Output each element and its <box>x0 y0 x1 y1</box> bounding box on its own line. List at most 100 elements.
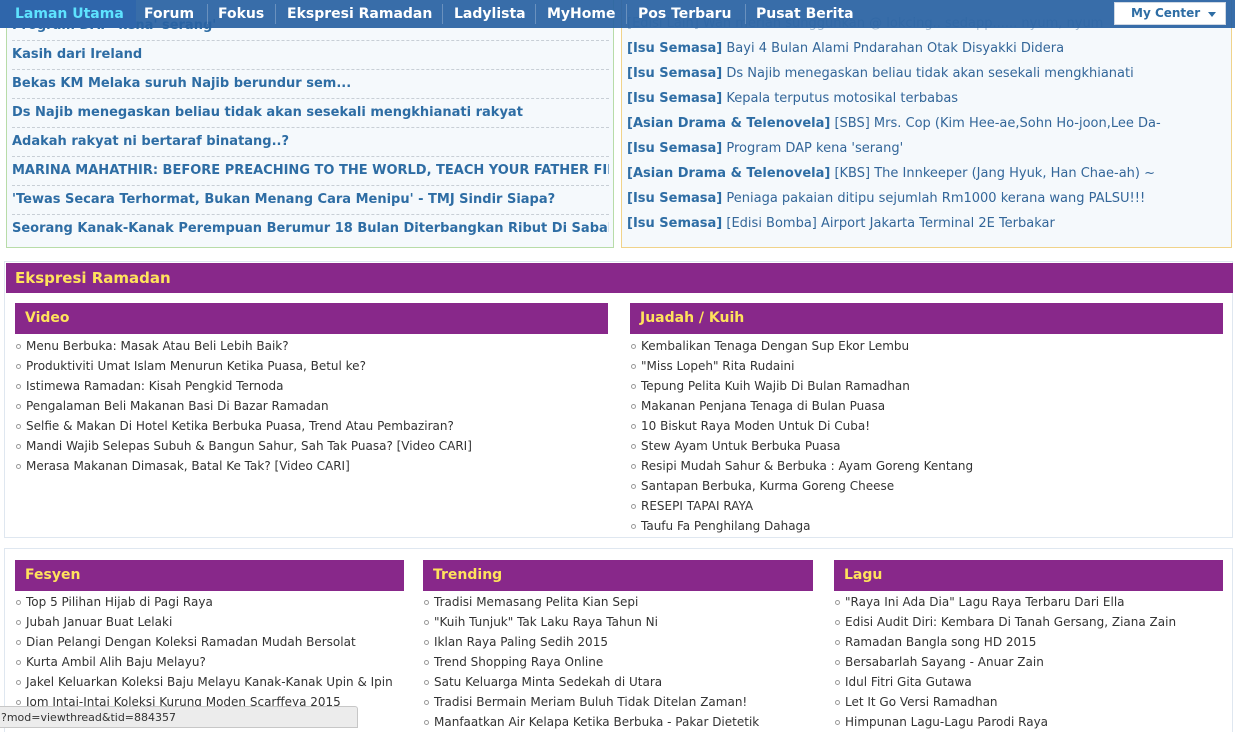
list-item[interactable]: Mandi Wajib Selepas Subuh & Bangun Sahur… <box>15 436 608 456</box>
topic-category[interactable]: [Isu Semasa] <box>627 41 722 56</box>
list-item[interactable]: Menu Berbuka: Masak Atau Beli Lebih Baik… <box>15 336 608 356</box>
list-item[interactable]: Istimewa Ramadan: Kisah Pengkid Ternoda <box>15 376 608 396</box>
list-item[interactable]: 10 Biskut Raya Moden Untuk Di Cuba! <box>630 416 1223 436</box>
list-item[interactable]: Santapan Berbuka, Kurma Goreng Cheese <box>630 476 1223 496</box>
list-item[interactable]: Kembalikan Tenaga Dengan Sup Ekor Lembu <box>630 336 1223 356</box>
thread-link[interactable]: 'Tewas Secara Terhormat, Bukan Menang Ca… <box>12 187 609 215</box>
juadah-heading[interactable]: Juadah / Kuih <box>630 303 1223 334</box>
topic-title[interactable]: [SBS] Mrs. Cop (Kim Hee-ae,Sohn Ho-joon,… <box>834 116 1160 131</box>
topic-category[interactable]: [Isu Semasa] <box>627 66 722 81</box>
ramadan-section: Ekspresi Ramadan Video Menu Berbuka: Mas… <box>4 261 1233 538</box>
topic-link[interactable]: [Asian Drama & Telenovela] [SBS] Mrs. Co… <box>627 111 1227 136</box>
list-item[interactable]: Trend Shopping Raya Online <box>423 652 813 672</box>
chevron-down-icon <box>1208 12 1216 17</box>
thread-link[interactable]: Seorang Kanak-Kanak Perempuan Berumur 18… <box>12 216 609 244</box>
list-item[interactable]: "Kuih Tunjuk" Tak Laku Raya Tahun Ni <box>423 612 813 632</box>
list-item[interactable]: Satu Keluarga Minta Sedekah di Utara <box>423 672 813 692</box>
list-item[interactable]: Pengalaman Beli Makanan Basi Di Bazar Ra… <box>15 396 608 416</box>
nav-forum[interactable]: Forum <box>144 0 194 28</box>
topic-category[interactable]: [Isu Semasa] <box>627 216 722 231</box>
thread-link[interactable]: Bekas KM Melaka suruh Najib berundur sem… <box>12 71 609 99</box>
hot-topics-panel: [Edisi Lain] Wah meriah sungguhkan @ lok… <box>621 0 1232 248</box>
topic-category[interactable]: [Isu Semasa] <box>627 91 722 106</box>
list-item[interactable]: Idul Fitri Gita Gutawa <box>834 672 1223 692</box>
thread-link[interactable]: Adakah rakyat ni bertaraf binatang..? <box>12 129 609 157</box>
list-item[interactable]: Produktiviti Umat Islam Menurun Ketika P… <box>15 356 608 376</box>
nav-divider <box>207 4 208 24</box>
topic-link[interactable]: [Isu Semasa] Ds Najib menegaskan beliau … <box>627 61 1227 86</box>
nav-ekspresi-ramadan[interactable]: Ekspresi Ramadan <box>287 0 432 28</box>
list-item[interactable]: Resipi Mudah Sahur & Berbuka : Ayam Gore… <box>630 456 1223 476</box>
nav-divider <box>535 4 536 24</box>
fesyen-list: Top 5 Pilihan Hijab di Pagi Raya Jubah J… <box>15 592 404 712</box>
topic-link[interactable]: [Asian Drama & Telenovela] [KBS] The Inn… <box>627 161 1227 186</box>
topic-title[interactable]: [KBS] The Innkeeper (Jang Hyuk, Han Chae… <box>834 166 1155 181</box>
list-item[interactable]: Selfie & Makan Di Hotel Ketika Berbuka P… <box>15 416 608 436</box>
nav-ladylista[interactable]: Ladylista <box>454 0 526 28</box>
main-nav: Laman Utama Forum Fokus Ekspresi Ramadan… <box>0 0 1235 28</box>
topic-link[interactable]: [Isu Semasa] Bayi 4 Bulan Alami Pndaraha… <box>627 36 1227 61</box>
list-item[interactable]: Dian Pelangi Dengan Koleksi Ramadan Muda… <box>15 632 404 652</box>
topic-title[interactable]: Peniaga pakaian ditipu sejumlah Rm1000 k… <box>726 191 1145 206</box>
topic-title[interactable]: Bayi 4 Bulan Alami Pndarahan Otak Disyak… <box>726 41 1064 56</box>
list-item[interactable]: Let It Go Versi Ramadhan <box>834 692 1223 712</box>
list-item[interactable]: Tradisi Bermain Meriam Buluh Tidak Ditel… <box>423 692 813 712</box>
nav-fokus[interactable]: Fokus <box>218 0 264 28</box>
list-item[interactable]: Merasa Makanan Dimasak, Batal Ke Tak? [V… <box>15 456 608 476</box>
topic-title[interactable]: Ds Najib menegaskan beliau tidak akan se… <box>726 66 1133 81</box>
trending-heading[interactable]: Trending <box>423 560 813 591</box>
juadah-list: Kembalikan Tenaga Dengan Sup Ekor Lembu … <box>630 336 1223 536</box>
list-item[interactable]: Tradisi Memasang Pelita Kian Sepi <box>423 592 813 612</box>
list-item[interactable]: Manfaatkan Air Kelapa Ketika Berbuka - P… <box>423 712 813 732</box>
nav-laman-utama[interactable]: Laman Utama <box>0 0 136 28</box>
topic-category[interactable]: [Asian Drama & Telenovela] <box>627 166 830 181</box>
list-item[interactable]: Himpunan Lagu-Lagu Parodi Raya <box>834 712 1223 732</box>
topic-title[interactable]: Kepala terputus motosikal terbabas <box>726 91 958 106</box>
trending-list: Tradisi Memasang Pelita Kian Sepi "Kuih … <box>423 592 813 732</box>
topic-category[interactable]: [Isu Semasa] <box>627 191 722 206</box>
list-item[interactable]: "Miss Lopeh" Rita Rudaini <box>630 356 1223 376</box>
nav-divider <box>626 4 627 24</box>
list-item[interactable]: Top 5 Pilihan Hijab di Pagi Raya <box>15 592 404 612</box>
nav-myhome[interactable]: MyHome <box>547 0 615 28</box>
topic-link[interactable]: [Isu Semasa] Peniaga pakaian ditipu seju… <box>627 186 1227 211</box>
section-title: Ekspresi Ramadan <box>6 263 1233 293</box>
list-item[interactable]: Kurta Ambil Alih Baju Melayu? <box>15 652 404 672</box>
nav-pos-terbaru[interactable]: Pos Terbaru <box>638 0 732 28</box>
list-item[interactable]: Iklan Raya Paling Sedih 2015 <box>423 632 813 652</box>
fesyen-heading[interactable]: Fesyen <box>15 560 404 591</box>
list-item[interactable]: Edisi Audit Diri: Kembara Di Tanah Gersa… <box>834 612 1223 632</box>
list-item[interactable]: Taufu Fa Penghilang Dahaga <box>630 516 1223 536</box>
my-center-dropdown[interactable]: My Center <box>1114 2 1226 25</box>
list-item[interactable]: Bersabarlah Sayang - Anuar Zain <box>834 652 1223 672</box>
video-list: Menu Berbuka: Masak Atau Beli Lebih Baik… <box>15 336 608 476</box>
topic-link[interactable]: [Isu Semasa] Program DAP kena 'serang' <box>627 136 1227 161</box>
nav-divider <box>442 4 443 24</box>
thread-link[interactable]: MARINA MAHATHIR: BEFORE PREACHING TO THE… <box>12 158 609 186</box>
topic-title[interactable]: [Edisi Bomba] Airport Jakarta Terminal 2… <box>726 216 1054 231</box>
topic-category[interactable]: [Isu Semasa] <box>627 141 722 156</box>
list-item[interactable]: Ramadan Bangla song HD 2015 <box>834 632 1223 652</box>
latest-threads-list: Program DAP 'kena' serang' Kasih dari Ir… <box>12 13 609 245</box>
latest-threads-panel: Program DAP 'kena' serang' Kasih dari Ir… <box>6 0 614 248</box>
list-item[interactable]: Jubah Januar Buat Lelaki <box>15 612 404 632</box>
topic-link[interactable]: [Isu Semasa] Kepala terputus motosikal t… <box>627 86 1227 111</box>
list-item[interactable]: Stew Ayam Untuk Berbuka Puasa <box>630 436 1223 456</box>
list-item[interactable]: Jakel Keluarkan Koleksi Baju Melayu Kana… <box>15 672 404 692</box>
topic-link[interactable]: [Isu Semasa] [Edisi Bomba] Airport Jakar… <box>627 211 1227 236</box>
video-heading[interactable]: Video <box>15 303 608 334</box>
lagu-list: "Raya Ini Ada Dia" Lagu Raya Terbaru Dar… <box>834 592 1223 732</box>
list-item[interactable]: Makanan Penjana Tenaga di Bulan Puasa <box>630 396 1223 416</box>
my-center-label: My Center <box>1131 6 1201 20</box>
lagu-heading[interactable]: Lagu <box>834 560 1223 591</box>
topic-title[interactable]: Program DAP kena 'serang' <box>726 141 903 156</box>
list-item[interactable]: "Raya Ini Ada Dia" Lagu Raya Terbaru Dar… <box>834 592 1223 612</box>
thread-link[interactable]: Kasih dari Ireland <box>12 42 609 70</box>
topic-category[interactable]: [Asian Drama & Telenovela] <box>627 116 830 131</box>
list-item[interactable]: RESEPI TAPAI RAYA <box>630 496 1223 516</box>
list-item[interactable]: Tepung Pelita Kuih Wajib Di Bulan Ramadh… <box>630 376 1223 396</box>
hot-topics-list: [Edisi Lain] Wah meriah sungguhkan @ lok… <box>627 11 1227 236</box>
nav-divider <box>275 4 276 24</box>
thread-link[interactable]: Ds Najib menegaskan beliau tidak akan se… <box>12 100 609 128</box>
nav-pusat-berita[interactable]: Pusat Berita <box>756 0 854 28</box>
